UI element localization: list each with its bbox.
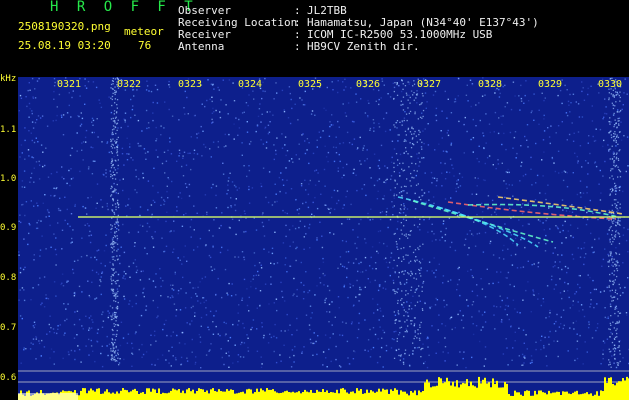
antenna-value: HB9CV Zenith dir. bbox=[307, 40, 420, 53]
meteor-trails bbox=[397, 196, 624, 248]
x-tick-label: 0328 bbox=[478, 79, 503, 90]
y-tick-label: 0.7 bbox=[0, 323, 17, 333]
x-tick-label: 0323 bbox=[178, 79, 203, 90]
y-axis: kHz 1.1 1.0 0.9 0.8 0.7 0.6 bbox=[0, 70, 18, 400]
x-tick-label: 0321 bbox=[57, 79, 82, 90]
x-tick-label: 0325 bbox=[298, 79, 323, 90]
noise-layer bbox=[18, 77, 629, 369]
header-panel: H R O F F T 2508190320.png 25.08.19 03:2… bbox=[0, 0, 629, 70]
meteor-count: 76 bbox=[138, 39, 152, 52]
timestamp-label: 25.08.19 03:20 bbox=[18, 39, 111, 52]
antenna-label: Antenna bbox=[178, 40, 225, 53]
spectrogram-panel: 0321 0322 0323 0324 0325 0326 0327 0328 … bbox=[18, 77, 629, 400]
x-tick-label: 0330 bbox=[598, 79, 623, 90]
filename-label: 2508190320.png bbox=[18, 20, 111, 33]
y-tick-label: 1.0 bbox=[0, 174, 17, 184]
x-tick-label: 0324 bbox=[238, 79, 263, 90]
y-tick-label: 0.9 bbox=[0, 223, 17, 233]
x-tick-label: 0322 bbox=[117, 79, 142, 90]
y-tick-label: 1.1 bbox=[0, 125, 17, 135]
spectrogram-canvas bbox=[18, 77, 629, 400]
meteor-label: meteor bbox=[124, 25, 164, 38]
amplitude-graph bbox=[18, 376, 629, 400]
y-unit-label: kHz bbox=[0, 74, 17, 84]
antenna-colon: : bbox=[294, 40, 301, 53]
y-tick-label: 0.8 bbox=[0, 273, 17, 283]
x-tick-label: 0327 bbox=[417, 79, 442, 90]
x-tick-label: 0329 bbox=[538, 79, 563, 90]
x-tick-label: 0326 bbox=[356, 79, 381, 90]
y-tick-label: 0.6 bbox=[0, 373, 17, 383]
app-brand: H R O F F T bbox=[50, 0, 198, 15]
